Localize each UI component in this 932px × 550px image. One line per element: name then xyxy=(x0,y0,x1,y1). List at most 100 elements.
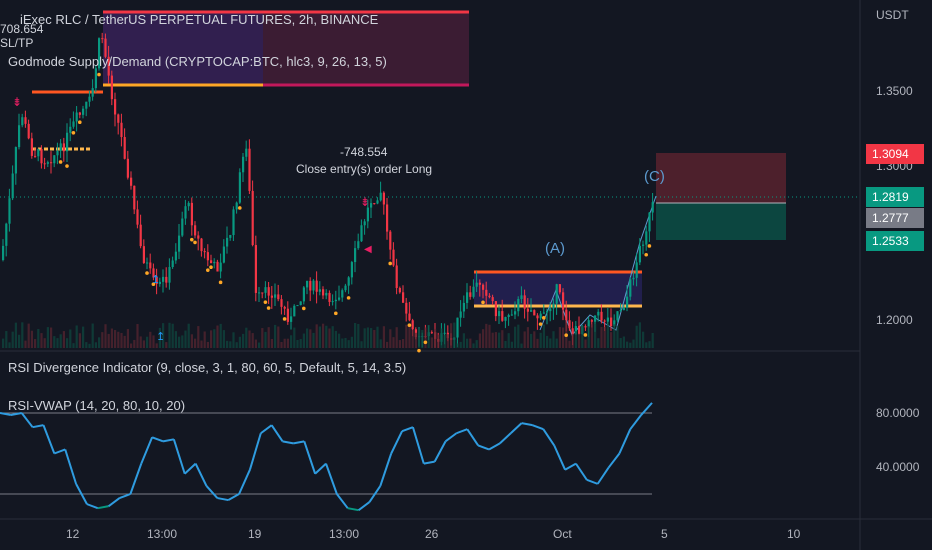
signal-dot xyxy=(407,323,412,328)
volume-bar xyxy=(462,333,465,348)
volume-bar xyxy=(632,339,635,348)
volume-bar xyxy=(149,331,152,348)
indicator-title-supply-demand[interactable]: Godmode Supply/Demand (CRYPTOCAP:BTC, hl… xyxy=(8,54,387,69)
volume-bar xyxy=(546,335,549,348)
rsi-divergence-title[interactable]: RSI Divergence Indicator (9, close, 3, 1… xyxy=(8,360,406,375)
candle-body xyxy=(517,299,520,312)
candle-body xyxy=(350,262,353,278)
candle-body xyxy=(514,311,517,315)
candle-body xyxy=(251,190,254,246)
volume-bar xyxy=(258,342,261,348)
signal-dot xyxy=(647,244,652,248)
volume-bar xyxy=(290,335,293,348)
price-tag-last: 1.2819 xyxy=(866,187,924,207)
signal-dot xyxy=(334,311,338,316)
candle-body xyxy=(520,295,523,300)
candle-body xyxy=(594,315,597,322)
symbol-title[interactable]: iExec RLC / TetherUS PERPETUAL FUTURES, … xyxy=(20,12,378,27)
candle-body xyxy=(635,262,638,278)
volume-bar xyxy=(331,326,334,348)
candle-body xyxy=(501,311,504,321)
rsi-segment xyxy=(325,463,338,495)
signal-dot xyxy=(58,160,63,164)
volume-bar xyxy=(181,335,184,348)
volume-bar xyxy=(107,333,110,348)
volume-bar xyxy=(629,342,632,348)
candle-body xyxy=(318,289,321,292)
candle-body xyxy=(142,246,145,263)
buy-arrow-icon: ↥ xyxy=(156,331,165,343)
candle-body xyxy=(168,267,171,283)
candle-body xyxy=(357,241,360,249)
volume-bar xyxy=(302,333,305,348)
candle-body xyxy=(398,288,401,293)
volume-bar xyxy=(178,336,181,348)
candle-body xyxy=(629,279,632,297)
volume-bar xyxy=(574,331,577,348)
volume-bar xyxy=(491,332,494,348)
volume-bar xyxy=(24,340,27,348)
volume-bar xyxy=(450,323,453,348)
rsi-segment xyxy=(553,444,566,471)
volume-bar xyxy=(2,338,5,348)
volume-bar xyxy=(50,327,53,348)
candle-body xyxy=(312,280,315,291)
volume-bar xyxy=(456,343,459,348)
candle-body xyxy=(286,308,289,322)
volume-bar xyxy=(453,322,456,348)
candle-body xyxy=(443,332,446,334)
candle-body xyxy=(341,290,344,298)
volume-bar xyxy=(248,330,251,348)
volume-bar xyxy=(414,332,417,348)
candle-body xyxy=(69,126,72,133)
volume-bar xyxy=(418,328,421,348)
signal-dot xyxy=(583,333,588,337)
volume-bar xyxy=(133,339,136,348)
volume-bar xyxy=(72,343,75,348)
volume-bar xyxy=(510,341,513,348)
volume-bar xyxy=(568,340,571,348)
volume-bar xyxy=(126,329,129,348)
volume-bar xyxy=(312,332,315,348)
candle-body xyxy=(206,252,209,261)
chart-canvas[interactable]: ⇟ ⇟ ◀ ↥ ↥ xyxy=(0,0,932,550)
candle-body xyxy=(645,231,648,245)
candle-body xyxy=(363,221,366,226)
candle-body xyxy=(456,317,459,338)
rsi-vwap-title[interactable]: RSI-VWAP (14, 20, 80, 10, 20) xyxy=(8,398,185,413)
candle-body xyxy=(562,292,565,310)
volume-bar xyxy=(552,331,555,348)
rsi-segment xyxy=(238,469,251,495)
candle-body xyxy=(578,326,581,335)
candle-body xyxy=(146,262,149,264)
volume-bar xyxy=(315,324,318,348)
signal-dot xyxy=(346,296,351,300)
signal-dot xyxy=(263,300,268,304)
candle-body xyxy=(462,302,465,312)
volume-bar xyxy=(267,327,270,348)
volume-bar xyxy=(642,331,645,348)
rsi-segment xyxy=(64,449,78,485)
volume-bar xyxy=(498,332,501,348)
currency-label: USDT xyxy=(876,8,909,22)
rsi-segment xyxy=(140,436,154,465)
volume-bar xyxy=(216,325,219,348)
volume-bar xyxy=(446,334,449,348)
candle-body xyxy=(238,172,241,203)
candle-body xyxy=(504,317,507,321)
volume-bar xyxy=(299,339,302,348)
volume-bar xyxy=(533,331,536,348)
candle-body xyxy=(187,202,190,207)
rsi-segment xyxy=(379,453,393,487)
candle-body xyxy=(293,305,296,317)
rsi-segment xyxy=(172,439,186,475)
candle-body xyxy=(530,310,533,312)
candle-body xyxy=(373,203,376,205)
stop-loss-box xyxy=(656,153,786,203)
volume-bar xyxy=(347,340,350,348)
candle-body xyxy=(280,299,283,307)
candle-body xyxy=(402,292,405,303)
volume-bar xyxy=(555,338,558,348)
volume-bar xyxy=(114,330,117,348)
candle-body xyxy=(632,277,635,280)
